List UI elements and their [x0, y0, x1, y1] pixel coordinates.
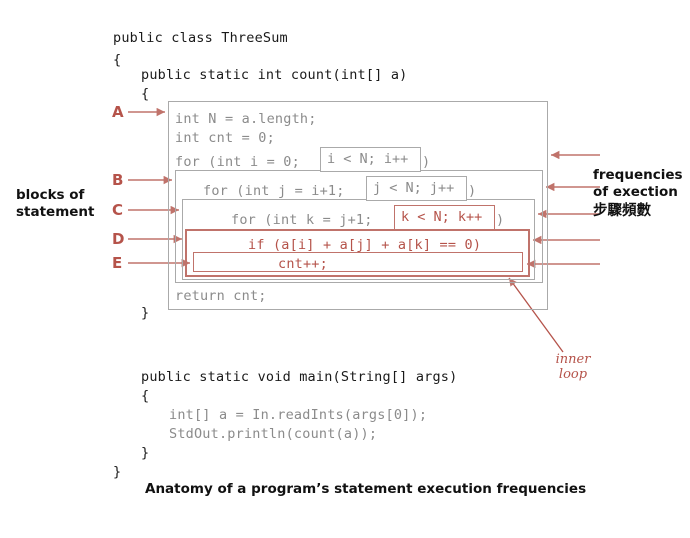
condition-box-for-i: i < N; i++ — [320, 147, 421, 172]
condition-text-for-i: i < N; i++ — [327, 151, 409, 167]
figure-caption: Anatomy of a program’s statement executi… — [145, 481, 587, 497]
condition-text-for-j: j < N; j++ — [373, 180, 455, 196]
code-main-println: StdOut.println(count(a)); — [169, 426, 378, 442]
block-label-a: A — [112, 103, 124, 121]
code-main-close-brace: } — [141, 445, 150, 461]
code-for-i-suffix: ) — [422, 154, 431, 170]
annotation-blocks-of-statement: blocks of statement — [16, 187, 95, 220]
code-cnt-increment: cnt++; — [278, 256, 328, 272]
annotation-frequencies-chinese: 步驟頻數 — [593, 203, 651, 219]
code-for-i-prefix: for (int i = 0; — [175, 154, 309, 170]
code-count-method-open-brace: { — [141, 86, 150, 102]
code-class-declaration: public class ThreeSum — [113, 30, 288, 46]
code-class-close-brace: } — [113, 464, 122, 480]
code-int-cnt-assignment: int cnt = 0; — [175, 130, 275, 146]
code-class-open-brace: { — [113, 52, 122, 68]
code-count-method-declaration: public static int count(int[] a) — [141, 67, 408, 83]
code-return-cnt: return cnt; — [175, 288, 267, 304]
code-count-method-close-brace: } — [141, 305, 150, 321]
block-label-b: B — [112, 171, 124, 189]
code-main-open-brace: { — [141, 388, 150, 404]
code-for-j-prefix: for (int j = i+1; — [203, 183, 353, 199]
annotation-inner-loop: inner loop — [555, 352, 591, 382]
code-main-declaration: public static void main(String[] args) — [141, 369, 458, 385]
condition-box-for-j: j < N; j++ — [366, 176, 467, 201]
block-label-d: D — [112, 230, 125, 248]
block-label-e: E — [112, 254, 123, 272]
figure-canvas: public class ThreeSum { public static in… — [0, 0, 690, 538]
condition-box-for-k: k < N; k++ — [394, 205, 495, 230]
condition-text-for-k: k < N; k++ — [401, 209, 483, 225]
code-for-k-suffix: ) — [496, 212, 505, 228]
annotation-frequencies-of-execution: frequencies of exection — [593, 167, 683, 200]
code-for-k-prefix: for (int k = j+1; — [231, 212, 381, 228]
code-for-j-suffix: ) — [468, 183, 477, 199]
